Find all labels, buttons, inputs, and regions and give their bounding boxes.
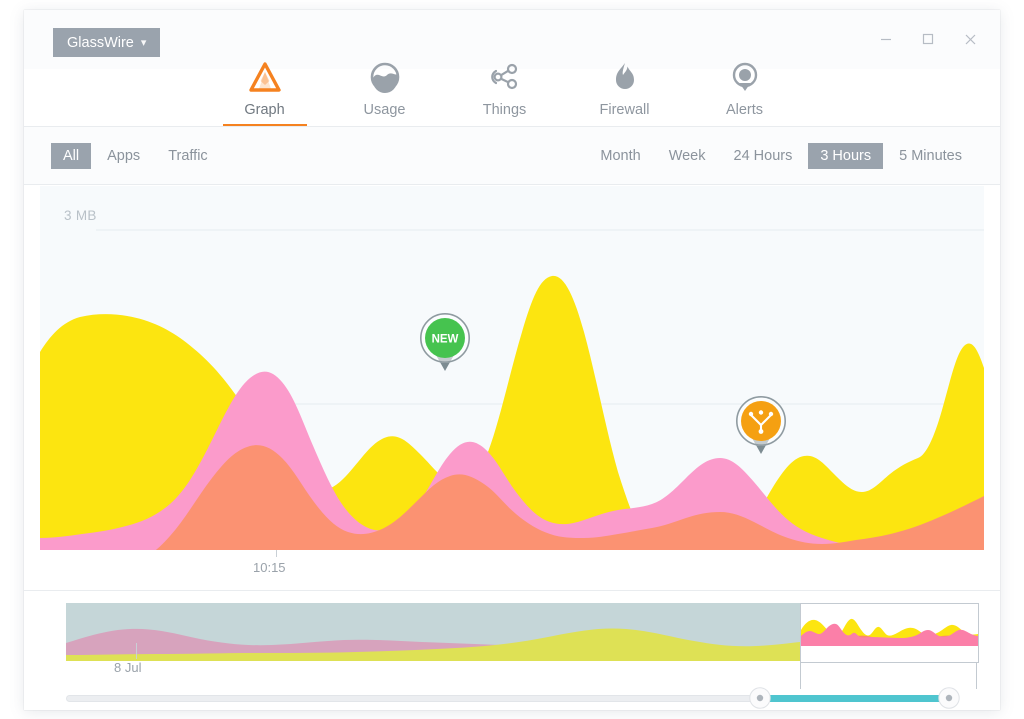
- range-handle-left[interactable]: [749, 687, 771, 709]
- tab-graph-label: Graph: [244, 102, 285, 118]
- view-filter-group: All Apps Traffic: [51, 143, 220, 169]
- traffic-graph[interactable]: 3 MB 10:15 NEW: [40, 186, 984, 581]
- things-network-icon: [489, 60, 521, 94]
- range-week[interactable]: Week: [657, 143, 718, 169]
- range-5-minutes[interactable]: 5 Minutes: [887, 143, 974, 169]
- tab-alerts-label: Alerts: [725, 102, 764, 118]
- timeline-scrollbar[interactable]: [66, 687, 960, 709]
- chevron-down-icon: ▾: [140, 37, 147, 49]
- scrollbar-fill[interactable]: [766, 695, 948, 702]
- tab-firewall[interactable]: Firewall: [583, 60, 667, 127]
- app-menu-label: GlassWire: [67, 34, 134, 51]
- window-controls: [866, 22, 990, 56]
- x-axis-tick-label: 10:15: [253, 560, 286, 575]
- app-menu-button[interactable]: GlassWire ▾: [53, 28, 161, 57]
- new-badge-text: NEW: [432, 334, 459, 346]
- new-app-marker[interactable]: NEW: [418, 311, 472, 379]
- selection-leg-right: [976, 661, 977, 689]
- maximize-button[interactable]: [908, 22, 948, 56]
- filter-traffic[interactable]: Traffic: [156, 143, 219, 169]
- filter-bar: All Apps Traffic Month Week 24 Hours 3 H…: [24, 127, 1000, 185]
- selection-leg-left: [800, 661, 801, 689]
- close-button[interactable]: [950, 22, 990, 56]
- tab-alerts[interactable]: Alerts: [703, 60, 787, 127]
- x-axis-tick-mark: [276, 550, 277, 557]
- minimap-tick-mark: [136, 643, 137, 659]
- filter-all[interactable]: All: [51, 143, 92, 169]
- time-range-group: Month Week 24 Hours 3 Hours 5 Minutes: [588, 143, 974, 169]
- main-nav: Graph Usage Things Firewall Alerts: [159, 10, 850, 127]
- traffic-graph-canvas: [40, 186, 984, 581]
- filter-apps[interactable]: Apps: [95, 143, 152, 169]
- range-24-hours[interactable]: 24 Hours: [722, 143, 805, 169]
- glasswire-window: GlassWire ▾ Graph Usage Things Firewall …: [24, 10, 1000, 710]
- tab-usage-label: Usage: [363, 102, 406, 118]
- tab-usage[interactable]: Usage: [343, 60, 427, 127]
- tab-firewall-label: Firewall: [599, 102, 650, 118]
- maximize-icon: [922, 33, 934, 45]
- close-icon: [965, 34, 975, 44]
- minimize-icon: [881, 38, 891, 41]
- flame-icon: [610, 60, 640, 94]
- timeline-minimap[interactable]: 8 Jul: [66, 603, 979, 689]
- time-range-selection[interactable]: [800, 603, 979, 663]
- range-month[interactable]: Month: [588, 143, 652, 169]
- usage-circle-icon: [369, 60, 401, 94]
- graph-footer-divider: [24, 590, 1000, 591]
- filter-divider: [24, 184, 1000, 185]
- tab-things-label: Things: [482, 102, 527, 118]
- range-handle-right[interactable]: [938, 687, 960, 709]
- alert-pin-icon: [730, 60, 760, 94]
- y-axis-label: 3 MB: [64, 208, 97, 223]
- range-3-hours[interactable]: 3 Hours: [808, 143, 884, 169]
- minimize-button[interactable]: [866, 22, 906, 56]
- minimap-date-label: 8 Jul: [114, 660, 142, 675]
- tab-graph[interactable]: Graph: [222, 60, 307, 127]
- thing-marker[interactable]: [734, 394, 788, 462]
- selection-preview-canvas: [801, 604, 978, 662]
- mountain-graph-icon: [248, 60, 282, 94]
- tab-things[interactable]: Things: [463, 60, 547, 127]
